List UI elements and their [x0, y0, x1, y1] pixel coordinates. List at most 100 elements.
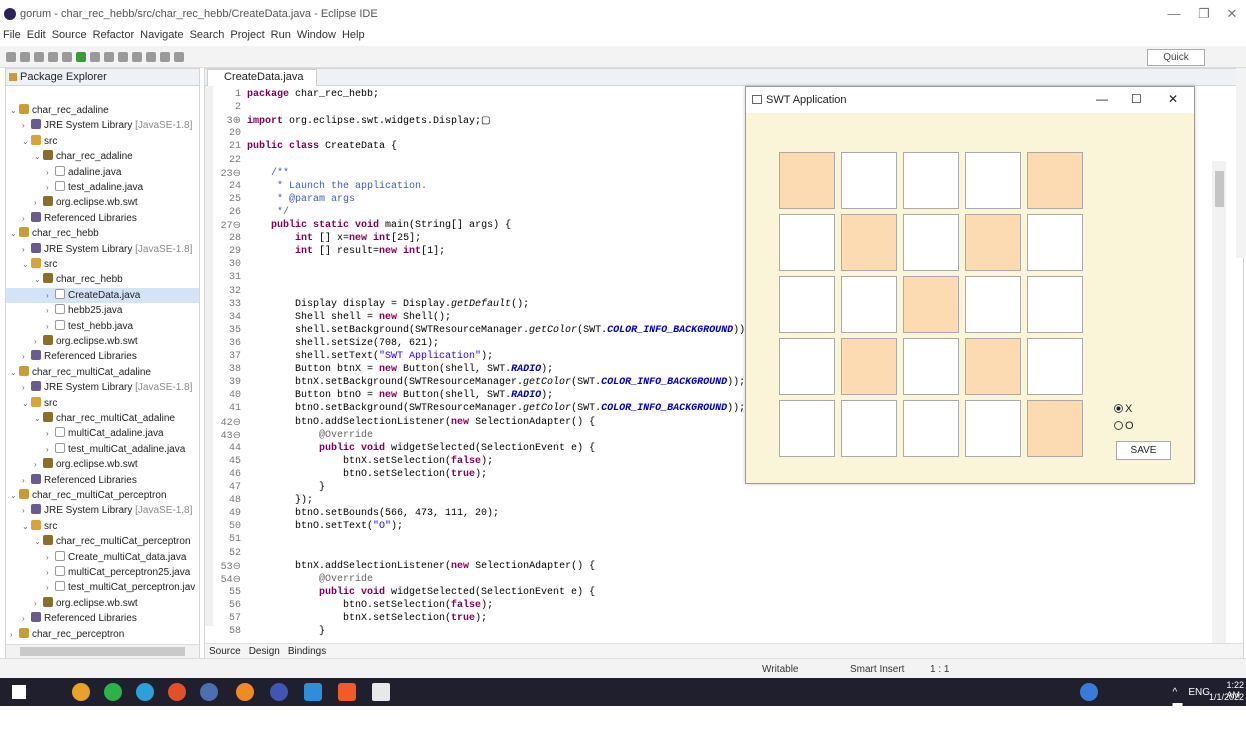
close-button[interactable]: ✕ [1218, 6, 1246, 22]
scrollbar-thumb[interactable] [20, 647, 185, 656]
grid-cell-1-2[interactable] [903, 214, 959, 271]
search-icon[interactable] [132, 52, 142, 62]
coverage-icon[interactable] [90, 52, 100, 62]
collapse-icon[interactable]: › [46, 580, 55, 595]
code-line[interactable]: int [] x=new int[25]; [247, 233, 421, 244]
code-line[interactable]: btnX.addSelectionListener(new SelectionA… [247, 561, 595, 572]
expand-icon[interactable]: ⌄ [34, 272, 43, 287]
menu-file[interactable]: File [0, 28, 24, 42]
grid-cell-2-0[interactable] [779, 276, 835, 333]
code-line[interactable]: btnX.setSelection(true); [247, 613, 487, 624]
code-line[interactable]: public static void main(String[] args) { [247, 220, 511, 231]
code-line[interactable]: */ [247, 207, 289, 218]
run-icon[interactable] [76, 52, 86, 62]
collapse-icon[interactable]: › [46, 165, 55, 180]
print-icon[interactable] [48, 52, 58, 62]
collapse-icon[interactable]: › [22, 242, 31, 257]
grid-cell-2-2[interactable] [903, 276, 959, 333]
code-line[interactable]: * Launch the application. [247, 181, 427, 192]
tree-item[interactable]: ⌄ char_rec_hebb [6, 226, 99, 241]
code-line[interactable]: * @param args [247, 194, 355, 205]
back-icon[interactable] [160, 52, 170, 62]
code-line[interactable]: shell.setText("SWT Application"); [247, 351, 493, 362]
forward-icon[interactable] [174, 52, 184, 62]
grid-cell-2-3[interactable] [965, 276, 1021, 333]
collapse-icon[interactable]: › [46, 180, 55, 195]
code-line[interactable]: btnO.setBackground(SWTResourceManager.ge… [247, 403, 745, 414]
collapse-icon[interactable]: › [34, 334, 43, 349]
grid-cell-4-0[interactable] [779, 400, 835, 457]
clock-date[interactable]: 1/1/2022 [1209, 692, 1244, 702]
swt-close-button[interactable]: ✕ [1168, 92, 1178, 106]
chrome-icon[interactable] [72, 683, 90, 701]
code-line[interactable]: btnO.addSelectionListener(new SelectionA… [247, 417, 595, 428]
open-type-icon[interactable] [118, 52, 128, 62]
tree-item[interactable]: › org.eclipse.wb.swt [6, 457, 138, 472]
collapse-icon[interactable]: › [34, 457, 43, 472]
expand-icon[interactable]: ⌄ [22, 396, 31, 411]
new-icon[interactable] [6, 52, 16, 62]
collapse-icon[interactable]: › [46, 319, 55, 334]
expand-icon[interactable]: ⌄ [34, 534, 43, 549]
code-line[interactable]: btnO.setSelection(false); [247, 600, 493, 611]
collapse-icon[interactable]: › [22, 349, 31, 364]
menu-help[interactable]: Help [339, 28, 368, 42]
grid-cell-4-4[interactable] [1027, 400, 1083, 457]
help-tray-icon[interactable] [1080, 683, 1098, 701]
swt-app-taskbar-icon[interactable] [372, 683, 390, 701]
debug-icon[interactable] [62, 52, 72, 62]
collapse-icon[interactable]: › [22, 503, 31, 518]
windows-start-icon[interactable] [12, 685, 26, 699]
code-line[interactable]: shell.setBackground(SWTResourceManager.g… [247, 325, 751, 336]
tree-item[interactable]: › test_multiCat_adaline.java [6, 442, 185, 457]
language-indicator[interactable]: ENG [1188, 687, 1210, 698]
matlab-icon[interactable] [236, 683, 254, 701]
collapse-icon[interactable]: › [34, 195, 43, 210]
expand-icon[interactable]: ⌄ [10, 365, 19, 380]
save-all-icon[interactable] [34, 52, 44, 62]
collapse-icon[interactable]: › [46, 303, 55, 318]
tree-item[interactable]: › JRE System Library [JavaSE-1.8] [6, 118, 192, 133]
collapse-icon[interactable]: › [34, 596, 43, 611]
postman-icon[interactable] [338, 683, 356, 701]
radio-x-dot[interactable] [1114, 404, 1123, 413]
code-line[interactable]: btnX.setSelection(false); [247, 456, 493, 467]
tree-item[interactable]: › org.eclipse.wb.swt [6, 596, 138, 611]
menu-run[interactable]: Run [268, 28, 294, 42]
grid-cell-3-2[interactable] [903, 338, 959, 395]
new-class-icon[interactable] [104, 52, 114, 62]
radio-x[interactable]: X [1114, 403, 1132, 415]
grid-cell-1-0[interactable] [779, 214, 835, 271]
grid-cell-2-1[interactable] [841, 276, 897, 333]
code-line[interactable]: /** [247, 168, 289, 179]
code-line[interactable]: public void widgetSelected(SelectionEven… [247, 443, 595, 454]
menu-source[interactable]: Source [49, 28, 90, 42]
collapse-icon[interactable]: › [46, 565, 55, 580]
tree-item[interactable]: › test_adaline.java [6, 180, 143, 195]
firefox-icon[interactable] [168, 683, 186, 701]
tree-item[interactable]: › org.eclipse.wb.swt [6, 195, 138, 210]
expand-icon[interactable]: ⌄ [22, 519, 31, 534]
tree-item[interactable]: ⌄ char_rec_hebb [6, 272, 123, 287]
radio-o-dot[interactable] [1114, 421, 1123, 430]
tree-item[interactable]: › multiCat_adaline.java [6, 426, 164, 441]
grid-cell-3-1[interactable] [841, 338, 897, 395]
menu-navigate[interactable]: Navigate [137, 28, 186, 42]
eclipse-taskbar-icon[interactable] [270, 683, 288, 701]
expand-icon[interactable]: ⌄ [10, 488, 19, 503]
grid-cell-0-2[interactable] [903, 152, 959, 209]
maximize-button[interactable]: ❐ [1190, 6, 1218, 22]
grid-cell-3-3[interactable] [965, 338, 1021, 395]
expand-icon[interactable]: ⌄ [34, 411, 43, 426]
horizontal-scrollbar[interactable] [6, 644, 199, 658]
tree-item[interactable]: ⌄ char_rec_adaline [6, 149, 133, 164]
collapse-icon[interactable]: › [22, 118, 31, 133]
collapse-icon[interactable]: › [46, 426, 55, 441]
code-line[interactable]: btnX.setBackground(SWTResourceManager.ge… [247, 377, 745, 388]
save-icon[interactable] [20, 52, 30, 62]
collapse-icon[interactable]: › [46, 550, 55, 565]
save-button[interactable]: SAVE [1116, 441, 1171, 460]
code-line[interactable]: btnO.setText("O"); [247, 521, 403, 532]
telegram-icon[interactable] [136, 683, 154, 701]
quick-access-input[interactable]: Quick Access [1147, 49, 1205, 78]
